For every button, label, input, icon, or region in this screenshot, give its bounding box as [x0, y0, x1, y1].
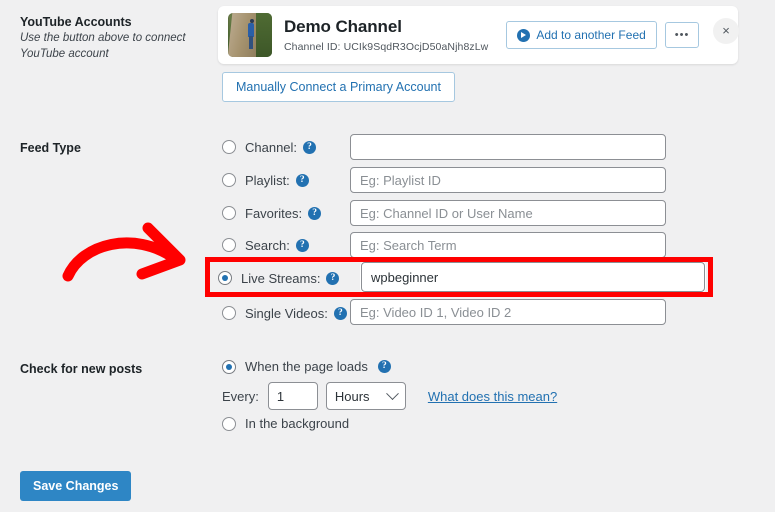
- single-videos-input[interactable]: [350, 299, 666, 325]
- avatar: [228, 13, 272, 57]
- what-does-this-mean-link[interactable]: What does this mean?: [428, 389, 557, 404]
- add-to-another-feed-button[interactable]: Add to another Feed: [506, 21, 657, 49]
- check-posts-interval-row: Every: Hours What does this mean?: [222, 382, 557, 410]
- check-for-new-posts-label: Check for new posts: [20, 362, 143, 376]
- radio-search[interactable]: [222, 238, 236, 252]
- check-posts-row-background[interactable]: In the background: [222, 416, 349, 431]
- channel-meta: Demo Channel Channel ID: UCIk9SqdR3OcjD5…: [284, 17, 488, 52]
- every-value-input[interactable]: [267, 382, 318, 410]
- help-icon-playlist[interactable]: ?: [295, 173, 309, 187]
- favorites-input[interactable]: [350, 200, 666, 226]
- youtube-accounts-description: Use the button above to connect YouTube …: [20, 32, 186, 60]
- feed-type-option-label-channel: Channel:: [245, 139, 298, 155]
- connected-account-card: Demo Channel Channel ID: UCIk9SqdR3OcjD5…: [218, 6, 738, 64]
- arrow-circle-right-icon: [517, 28, 531, 42]
- channel-input[interactable]: [350, 134, 666, 160]
- feed-type-option-label-search: Search:: [245, 237, 290, 253]
- help-icon-live-streams[interactable]: ?: [326, 271, 340, 285]
- avatar-foliage-shape: [256, 13, 272, 57]
- radio-live-streams[interactable]: [218, 271, 232, 285]
- add-to-another-feed-label: Add to another Feed: [536, 28, 646, 42]
- avatar-person-body: [248, 23, 254, 37]
- interval-unit-select[interactable]: Hours: [325, 382, 406, 410]
- avatar-person-legs: [249, 36, 253, 49]
- help-icon-when-page-loads[interactable]: ?: [377, 360, 391, 373]
- channel-id: Channel ID: UCIk9SqdR3OcjD50aNjh8zLw: [284, 40, 489, 53]
- feed-type-row-live-streams[interactable]: Live Streams: ?: [218, 264, 340, 292]
- youtube-accounts-label: YouTube Accounts: [20, 15, 132, 29]
- feed-type-option-label-single-videos: Single Videos:: [245, 305, 328, 321]
- every-label: Every:: [222, 388, 259, 404]
- feed-type-row-playlist[interactable]: Playlist: ?: [222, 166, 309, 194]
- feed-type-row-favorites[interactable]: Favorites: ?: [222, 199, 322, 227]
- radio-channel[interactable]: [222, 140, 236, 154]
- playlist-input[interactable]: [350, 167, 666, 193]
- help-icon-single-videos[interactable]: ?: [333, 306, 347, 320]
- help-icon-favorites[interactable]: ?: [308, 206, 322, 220]
- interval-unit-value: Hours: [334, 388, 370, 404]
- radio-in-the-background[interactable]: [222, 416, 236, 431]
- in-the-background-label: In the background: [245, 416, 350, 431]
- help-icon-channel[interactable]: ?: [303, 140, 317, 154]
- check-posts-row-page-loads[interactable]: When the page loads ?: [222, 359, 391, 374]
- feed-type-option-label-live-streams: Live Streams:: [241, 270, 321, 286]
- manually-connect-primary-account-button[interactable]: Manually Connect a Primary Account: [222, 72, 455, 102]
- red-arrow-annotation: [62, 222, 186, 282]
- feed-type-row-single-videos[interactable]: Single Videos: ?: [222, 299, 347, 327]
- channel-name: Demo Channel: [284, 17, 402, 37]
- feed-type-option-label-playlist: Playlist:: [245, 172, 290, 188]
- more-options-button[interactable]: •••: [664, 22, 700, 48]
- search-input[interactable]: [350, 232, 666, 258]
- feed-type-row-channel[interactable]: Channel: ?: [222, 133, 317, 161]
- radio-playlist[interactable]: [222, 173, 236, 187]
- chevron-down-icon: [385, 386, 399, 400]
- close-icon[interactable]: ×: [713, 18, 739, 44]
- feed-type-label: Feed Type: [20, 141, 81, 155]
- live-streams-input[interactable]: [361, 262, 705, 292]
- radio-when-page-loads[interactable]: [222, 359, 236, 374]
- feed-type-row-search[interactable]: Search: ?: [222, 231, 309, 259]
- radio-favorites[interactable]: [222, 206, 236, 220]
- save-changes-button[interactable]: Save Changes: [20, 471, 132, 501]
- feed-type-option-label-favorites: Favorites:: [245, 205, 303, 221]
- radio-single-videos[interactable]: [222, 306, 236, 320]
- help-icon-search[interactable]: ?: [295, 238, 309, 252]
- when-page-loads-label: When the page loads: [245, 359, 368, 374]
